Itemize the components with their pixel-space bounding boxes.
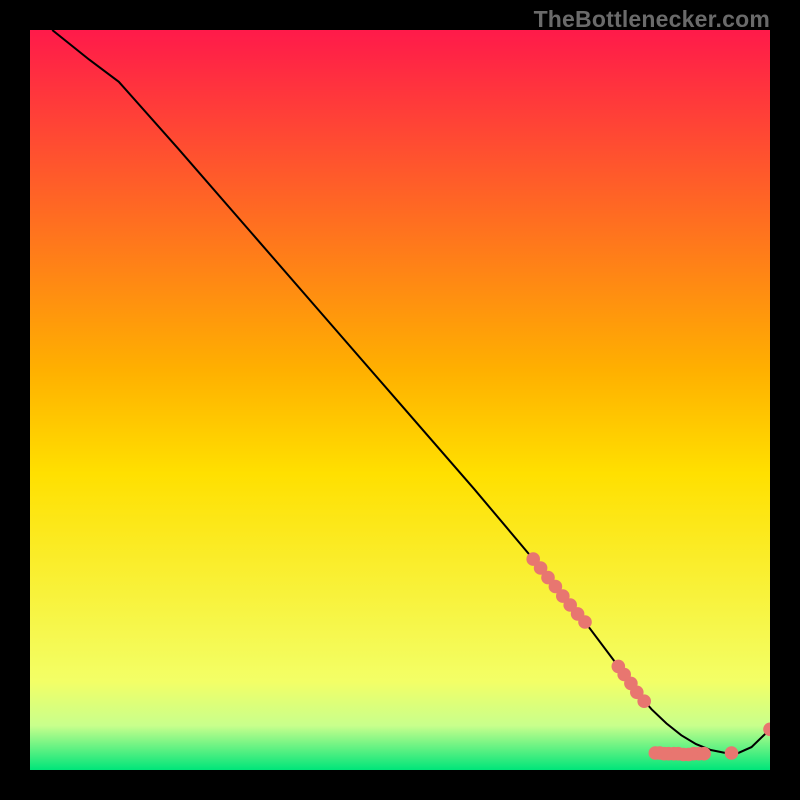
- data-marker: [725, 746, 739, 760]
- data-marker: [637, 694, 651, 708]
- data-marker: [697, 747, 711, 761]
- chart-svg: [30, 30, 770, 770]
- watermark-label: TheBottlenecker.com: [534, 6, 770, 33]
- plot-area: [30, 30, 770, 770]
- gradient-background: [30, 30, 770, 770]
- data-marker: [578, 615, 592, 629]
- chart-stage: TheBottlenecker.com: [0, 0, 800, 800]
